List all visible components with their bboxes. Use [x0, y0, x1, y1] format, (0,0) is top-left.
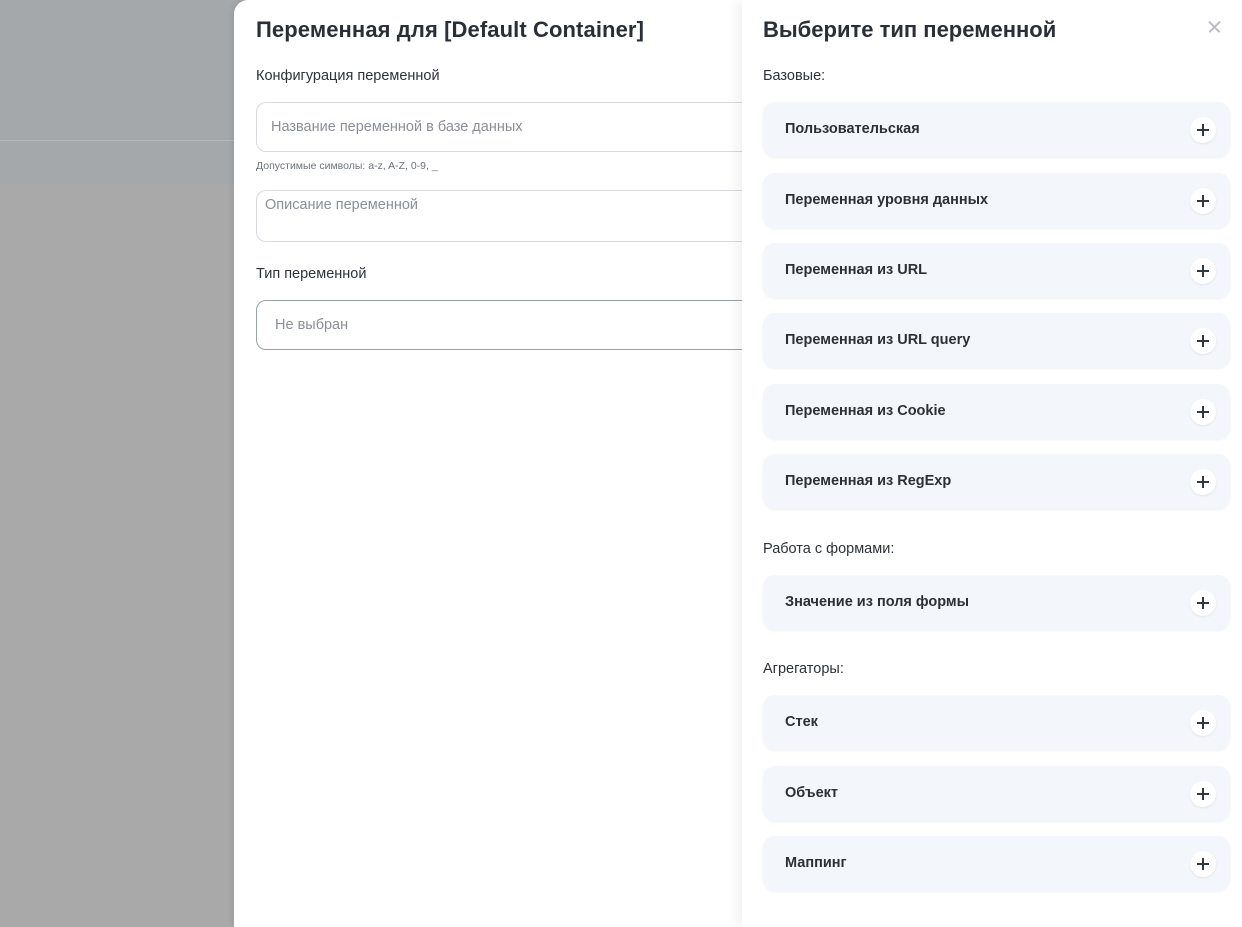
variable-type-panel: Выберите тип переменной Базовые: Пользов…: [742, 0, 1242, 927]
type-card-label: Переменная из Cookie: [785, 403, 946, 419]
variable-type-value: Не выбран: [275, 317, 349, 333]
type-card-label: Значение из поля формы: [785, 594, 970, 610]
variable-name-placeholder: Название переменной в базе данных: [271, 119, 523, 135]
type-card-datalayer[interactable]: Переменная уровня данных: [763, 173, 1230, 228]
group-label-aggregators: Агрегаторы:: [763, 661, 844, 677]
variable-name-input[interactable]: Название переменной в базе данных: [256, 102, 816, 152]
variable-type-label: Тип переменной: [256, 266, 367, 282]
plus-icon[interactable]: [1190, 117, 1216, 143]
type-card-url-query[interactable]: Переменная из URL query: [763, 313, 1230, 368]
config-section-label: Конфигурация переменной: [256, 68, 440, 84]
plus-icon[interactable]: [1190, 781, 1216, 807]
variable-type-select[interactable]: Не выбран: [256, 300, 816, 350]
type-card-label: Переменная из URL: [785, 262, 928, 278]
plus-icon[interactable]: [1190, 469, 1216, 495]
plus-icon[interactable]: [1190, 399, 1216, 425]
type-card-object[interactable]: Объект: [763, 766, 1230, 821]
type-card-label: Переменная из URL query: [785, 332, 971, 348]
backdrop-divider: [0, 140, 240, 141]
type-card-label: Маппинг: [785, 855, 847, 871]
allowed-chars-hint: Допустимые символы: a-z, A-Z, 0-9, _: [256, 160, 438, 172]
type-card-url[interactable]: Переменная из URL: [763, 243, 1230, 298]
panel-title: Выберите тип переменной: [763, 17, 1057, 42]
drawer-title: Переменная для [Default Container]: [256, 17, 644, 42]
close-icon[interactable]: [1204, 16, 1226, 38]
type-card-regexp[interactable]: Переменная из RegExp: [763, 454, 1230, 509]
type-card-form-field[interactable]: Значение из поля формы: [763, 575, 1230, 630]
plus-icon[interactable]: [1190, 328, 1216, 354]
type-card-cookie[interactable]: Переменная из Cookie: [763, 384, 1230, 439]
type-card-label: Переменная из RegExp: [785, 473, 952, 489]
type-card-label: Переменная уровня данных: [785, 192, 989, 208]
variable-description-placeholder: Описание переменной: [265, 197, 419, 213]
plus-icon[interactable]: [1190, 590, 1216, 616]
plus-icon[interactable]: [1190, 258, 1216, 284]
type-card-custom[interactable]: Пользовательская: [763, 102, 1230, 157]
plus-icon[interactable]: [1190, 188, 1216, 214]
group-label-forms: Работа с формами:: [763, 541, 895, 557]
group-label-basic: Базовые:: [763, 68, 826, 84]
plus-icon[interactable]: [1190, 710, 1216, 736]
type-card-mapping[interactable]: Маппинг: [763, 836, 1230, 891]
type-card-stack[interactable]: Стек: [763, 695, 1230, 750]
type-card-label: Стек: [785, 714, 818, 730]
type-card-label: Пользовательская: [785, 121, 920, 137]
variable-description-textarea[interactable]: Описание переменной: [256, 190, 816, 242]
type-card-label: Объект: [785, 785, 839, 801]
plus-icon[interactable]: [1190, 851, 1216, 877]
